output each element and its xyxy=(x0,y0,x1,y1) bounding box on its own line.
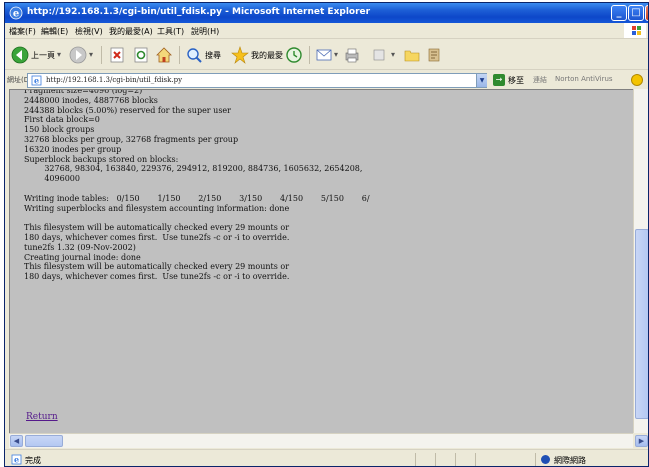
output-line: This filesystem will be automatically ch… xyxy=(24,262,290,272)
edit-dropdown-icon[interactable]: ▾ xyxy=(391,50,395,59)
norton-antivirus-label[interactable]: Norton AntiVirus xyxy=(555,75,613,83)
favorites-button-label[interactable]: 我的最愛 xyxy=(251,50,283,61)
toolbar: 上一頁 ▾ ▾ 搜尋 我的最愛 ▾ ▾ xyxy=(5,40,648,70)
forward-dropdown-icon[interactable]: ▾ xyxy=(89,50,93,59)
output-line: Writing inode tables: 0/150 1/150 2/150 … xyxy=(24,193,370,203)
command-output: Fragment size=4096 (log=2) 2448000 inodes… xyxy=(24,89,633,282)
output-line: 150 block groups xyxy=(24,125,95,135)
go-button-label[interactable]: 移至 xyxy=(508,75,524,86)
internet-zone-globe-icon xyxy=(541,455,550,464)
scroll-left-arrow-icon[interactable]: ◀ xyxy=(10,435,23,447)
vertical-scrollbar[interactable] xyxy=(633,89,648,433)
forward-arrow-icon[interactable] xyxy=(69,45,87,65)
output-line: 32768 blocks per group, 32768 fragments … xyxy=(24,134,239,144)
toolbar-separator xyxy=(101,46,102,64)
menu-item-favorites[interactable]: 我的最愛(A) xyxy=(109,26,153,37)
discuss-folder-icon[interactable] xyxy=(403,45,421,65)
toolbar-separator xyxy=(179,46,180,64)
output-line: 2448000 inodes, 4887768 blocks xyxy=(24,95,158,105)
output-line: 16320 inodes per group xyxy=(24,144,122,154)
messenger-icon[interactable] xyxy=(425,45,443,65)
output-line: 180 days, whichever comes first. Use tun… xyxy=(24,272,290,282)
search-icon[interactable] xyxy=(185,45,203,65)
menu-bar: 檔案(F) 編輯(E) 檢視(V) 我的最愛(A) 工具(T) 說明(H) xyxy=(5,23,648,39)
horizontal-scrollbar[interactable]: ◀ ▶ xyxy=(9,433,648,448)
status-divider xyxy=(435,453,436,466)
address-dropdown-icon[interactable]: ▼ xyxy=(476,74,487,87)
edit-page-icon[interactable] xyxy=(371,45,387,65)
status-divider xyxy=(475,453,476,466)
window-title: http://192.168.1.3/cgi-bin/util_fdisk.py… xyxy=(27,7,371,17)
menu-item-tools[interactable]: 工具(T) xyxy=(157,26,184,37)
stop-icon[interactable] xyxy=(109,45,125,65)
output-line: Superblock backups stored on blocks: xyxy=(24,154,179,164)
horizontal-scroll-thumb[interactable] xyxy=(25,435,63,447)
vertical-scroll-thumb[interactable] xyxy=(635,229,648,419)
status-divider xyxy=(455,453,456,466)
menu-item-edit[interactable]: 編輯(E) xyxy=(41,26,68,37)
output-line: 244388 blocks (5.00%) reserved for the s… xyxy=(24,105,231,115)
title-bar[interactable]: e http://192.168.1.3/cgi-bin/util_fdisk.… xyxy=(5,3,648,23)
norton-shield-icon[interactable] xyxy=(631,74,643,86)
search-button-label[interactable]: 搜尋 xyxy=(205,50,221,61)
address-bar: 網址(D) e http://192.168.1.3/cgi-bin/util_… xyxy=(5,71,648,89)
svg-text:e: e xyxy=(34,76,39,86)
svg-text:e: e xyxy=(13,9,19,20)
output-line: 4096000 xyxy=(24,174,80,184)
output-line: 180 days, whichever comes first. Use tun… xyxy=(24,232,290,242)
internet-explorer-icon: e xyxy=(9,6,23,20)
output-line: This filesystem will be automatically ch… xyxy=(24,223,290,233)
menu-item-file[interactable]: 檔案(F) xyxy=(9,26,36,37)
favorites-star-icon[interactable] xyxy=(231,45,249,65)
go-arrow-icon[interactable]: → xyxy=(493,74,505,86)
svg-text:e: e xyxy=(14,455,19,465)
refresh-icon[interactable] xyxy=(133,45,149,65)
back-dropdown-icon[interactable]: ▾ xyxy=(57,50,61,59)
home-icon[interactable] xyxy=(155,45,173,65)
output-line: Fragment size=4096 (log=2) xyxy=(24,89,143,95)
return-link[interactable]: Return xyxy=(26,412,58,422)
page-content: Fragment size=4096 (log=2) 2448000 inodes… xyxy=(9,89,633,433)
history-icon[interactable] xyxy=(285,45,303,65)
browser-window: e http://192.168.1.3/cgi-bin/util_fdisk.… xyxy=(4,2,649,467)
page-done-icon: e xyxy=(11,455,22,465)
output-line: First data block=0 xyxy=(24,115,100,125)
status-divider xyxy=(535,453,536,466)
status-bar: e 完成 網際網路 xyxy=(5,449,648,466)
mail-icon[interactable] xyxy=(315,45,333,65)
maximize-button[interactable]: □ xyxy=(628,5,644,21)
close-button[interactable]: X xyxy=(645,5,648,21)
scroll-right-arrow-icon[interactable]: ▶ xyxy=(635,435,648,447)
security-zone-label: 網際網路 xyxy=(554,456,586,465)
output-line: Creating journal inode: done xyxy=(24,252,141,262)
minimize-button[interactable]: _ xyxy=(611,5,627,21)
mail-dropdown-icon[interactable]: ▾ xyxy=(334,50,338,59)
back-button-label[interactable]: 上一頁 xyxy=(31,50,55,61)
toolbar-separator xyxy=(309,46,310,64)
windows-logo-icon xyxy=(624,23,646,38)
page-icon: e xyxy=(31,76,42,86)
status-divider xyxy=(415,453,416,466)
output-line: Writing superblocks and filesystem accou… xyxy=(24,203,290,213)
menu-item-help[interactable]: 說明(H) xyxy=(191,26,219,37)
status-text: 完成 xyxy=(25,456,41,465)
menu-item-view[interactable]: 檢視(V) xyxy=(75,26,103,37)
back-arrow-icon[interactable] xyxy=(11,45,29,65)
output-line: 32768, 98304, 163840, 229376, 294912, 81… xyxy=(24,164,363,174)
links-label[interactable]: 連結 xyxy=(533,75,547,85)
print-icon[interactable] xyxy=(343,45,361,65)
output-line: tune2fs 1.32 (09-Nov-2002) xyxy=(24,242,136,252)
address-input[interactable]: e http://192.168.1.3/cgi-bin/util_fdisk.… xyxy=(27,73,487,88)
address-url[interactable]: http://192.168.1.3/cgi-bin/util_fdisk.py xyxy=(46,76,182,84)
